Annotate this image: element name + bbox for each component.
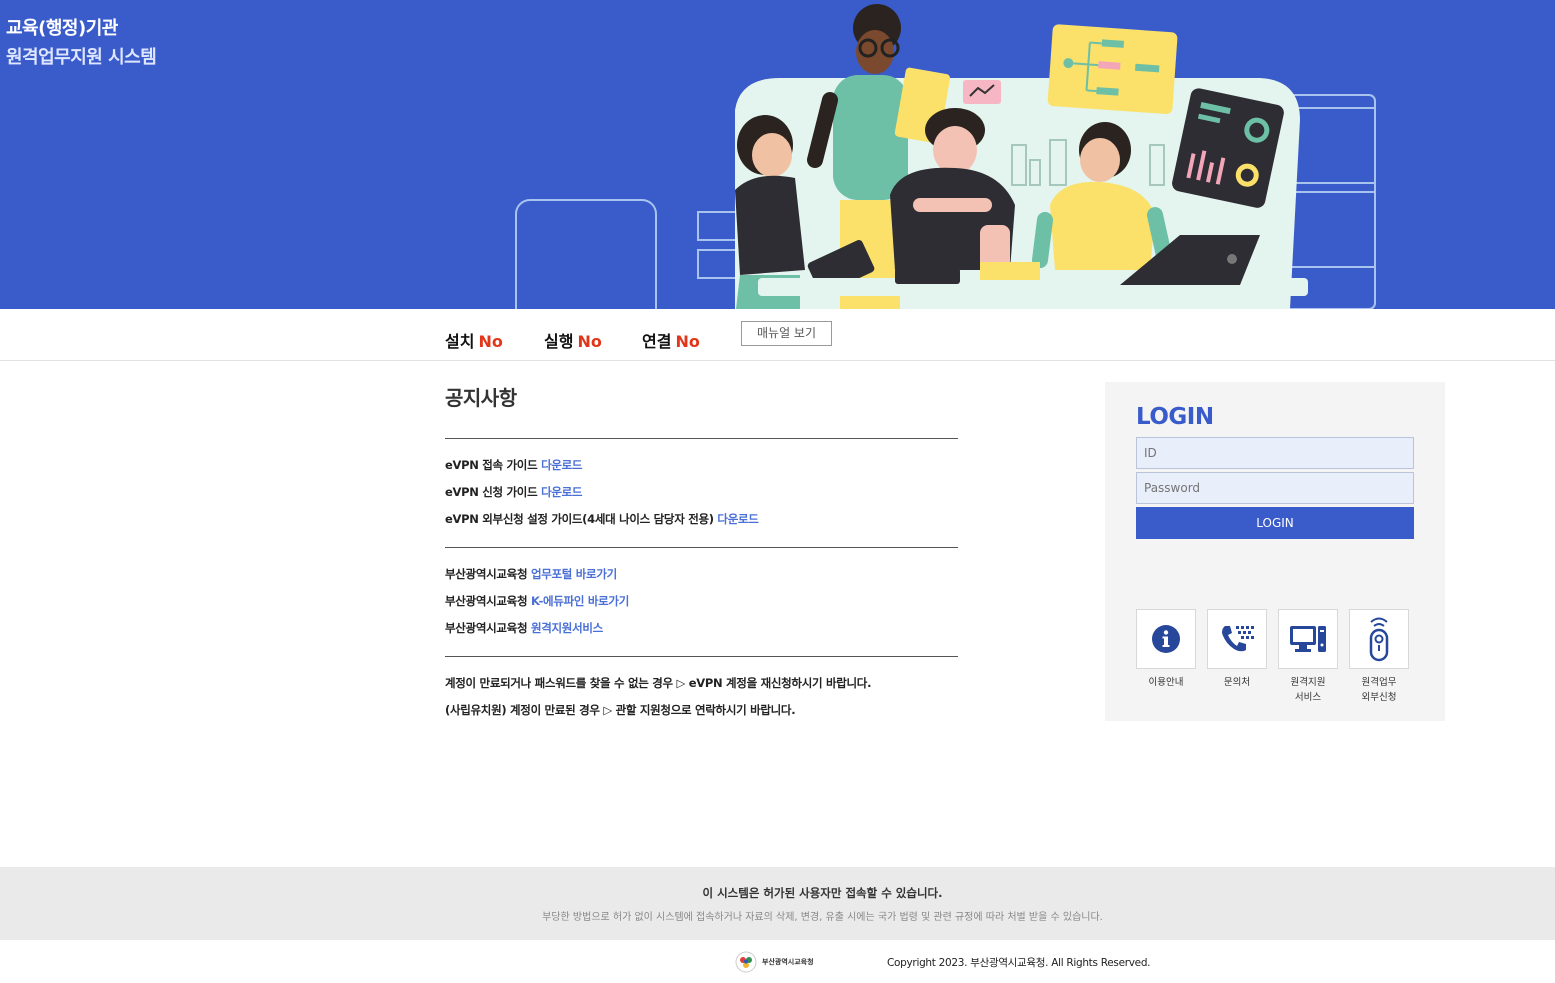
install-status: 설치 No xyxy=(445,328,503,352)
list-item: eVPN 신청 가이드 다운로드 xyxy=(445,485,583,499)
connect-label: 연결 xyxy=(642,332,672,351)
connect-status: 연결 No xyxy=(642,328,700,352)
site-title-line2: 원격업무지원 시스템 xyxy=(6,47,157,68)
quick-link-label: 문의처 xyxy=(1223,677,1251,688)
list-item: 계정이 만료되거나 패스워드를 찾을 수 없는 경우 ▷ eVPN 계정을 재신… xyxy=(445,676,872,690)
education-office-logo: 부산광역시교육청 xyxy=(735,951,814,973)
login-title: LOGIN xyxy=(1136,404,1214,430)
notice-group-guides: eVPN 접속 가이드 다운로드 eVPN 신청 가이드 다운로드 eVPN 외… xyxy=(445,439,958,547)
notice-group-links: 부산광역시교육청 업무포털 바로가기 부산광역시교육청 K-에듀파인 바로가기 … xyxy=(445,548,958,656)
download-link[interactable]: 다운로드 xyxy=(541,458,582,472)
download-link[interactable]: 다운로드 xyxy=(541,485,582,499)
quick-link-remote-service: 원격지원 서비스 xyxy=(1278,609,1338,705)
run-status: 실행 No xyxy=(544,328,602,352)
list-item: (사립유치원) 계정이 만료된 경우 ▷ 관할 지원청으로 연락하시기 바랍니다… xyxy=(445,703,796,717)
site-title-line1: 교육(행정)기관 xyxy=(6,18,118,39)
list-item: eVPN 외부신청 설정 가이드(4세대 나이스 담당자 전용) 다운로드 xyxy=(445,512,759,526)
list-item: 부산광역시교육청 K-에듀파인 바로가기 xyxy=(445,594,629,608)
notice-group-info: 계정이 만료되거나 패스워드를 찾을 수 없는 경우 ▷ eVPN 계정을 재신… xyxy=(445,657,958,738)
remote-support-link[interactable]: 원격지원서비스 xyxy=(531,621,603,635)
portal-link[interactable]: 업무포털 바로가기 xyxy=(531,567,617,581)
list-item: 부산광역시교육청 업무포털 바로가기 xyxy=(445,567,617,581)
footer-notice: 이 시스템은 허가된 사용자만 접속할 수 있습니다. 부당한 방법으로 허가 … xyxy=(0,867,1555,940)
footer-warning-text: 부당한 방법으로 허가 없이 시스템에 접속하거나 자료의 삭제, 변경, 유출… xyxy=(542,912,1103,923)
copyright: Copyright 2023. 부산광역시교육청. All Rights Res… xyxy=(887,957,1151,969)
footer-bottom: 부산광역시교육청 Copyright 2023. 부산광역시교육청. All R… xyxy=(0,940,1555,983)
password-input[interactable] xyxy=(1136,472,1414,504)
quick-link-guide: 이용안내 xyxy=(1136,609,1196,690)
login-button[interactable]: LOGIN xyxy=(1136,507,1414,539)
logo-text: 부산광역시교육청 xyxy=(762,958,814,966)
notice-title: 공지사항 xyxy=(445,386,517,410)
list-item: 부산광역시교육청 원격지원서비스 xyxy=(445,621,603,635)
login-panel: LOGIN LOGIN 이용안내 문의처 xyxy=(1105,382,1445,721)
contact-button[interactable] xyxy=(1207,609,1267,669)
quick-link-contact: 문의처 xyxy=(1207,609,1267,690)
info-icon xyxy=(1152,625,1180,653)
quick-link-remote-apply: 원격업무 외부신청 xyxy=(1349,609,1409,705)
download-link[interactable]: 다운로드 xyxy=(717,512,758,526)
list-item: eVPN 접속 가이드 다운로드 xyxy=(445,458,583,472)
team-illustration xyxy=(515,4,1376,309)
hero-banner: 교육(행정)기관 원격업무지원 시스템 xyxy=(0,0,1555,309)
computer-icon xyxy=(1290,626,1326,652)
id-input[interactable] xyxy=(1136,437,1414,469)
quick-link-label: 원격지원 서비스 xyxy=(1290,677,1326,703)
remote-apply-button[interactable] xyxy=(1349,609,1409,669)
phone-icon xyxy=(1222,626,1254,652)
manual-button[interactable]: 매뉴얼 보기 xyxy=(741,321,832,346)
install-label: 설치 xyxy=(445,332,475,351)
install-value: No xyxy=(478,332,503,351)
run-value: No xyxy=(577,332,602,351)
footer-warning-title: 이 시스템은 허가된 사용자만 접속할 수 있습니다. xyxy=(702,886,943,900)
quick-link-label: 원격업무 외부신청 xyxy=(1361,677,1397,703)
status-bar: 설치 No 실행 No 연결 No 매뉴얼 보기 xyxy=(0,309,1555,361)
connect-value: No xyxy=(675,332,700,351)
quick-link-label: 이용안내 xyxy=(1148,677,1184,688)
guide-button[interactable] xyxy=(1136,609,1196,669)
remote-service-button[interactable] xyxy=(1278,609,1338,669)
notice-section: 공지사항 eVPN 접속 가이드 다운로드 eVPN 신청 가이드 다운로드 e… xyxy=(445,382,958,738)
run-label: 실행 xyxy=(544,332,574,351)
remote-key-icon xyxy=(1369,617,1389,662)
edufine-link[interactable]: K-에듀파인 바로가기 xyxy=(531,594,629,608)
emblem-icon xyxy=(735,951,757,973)
